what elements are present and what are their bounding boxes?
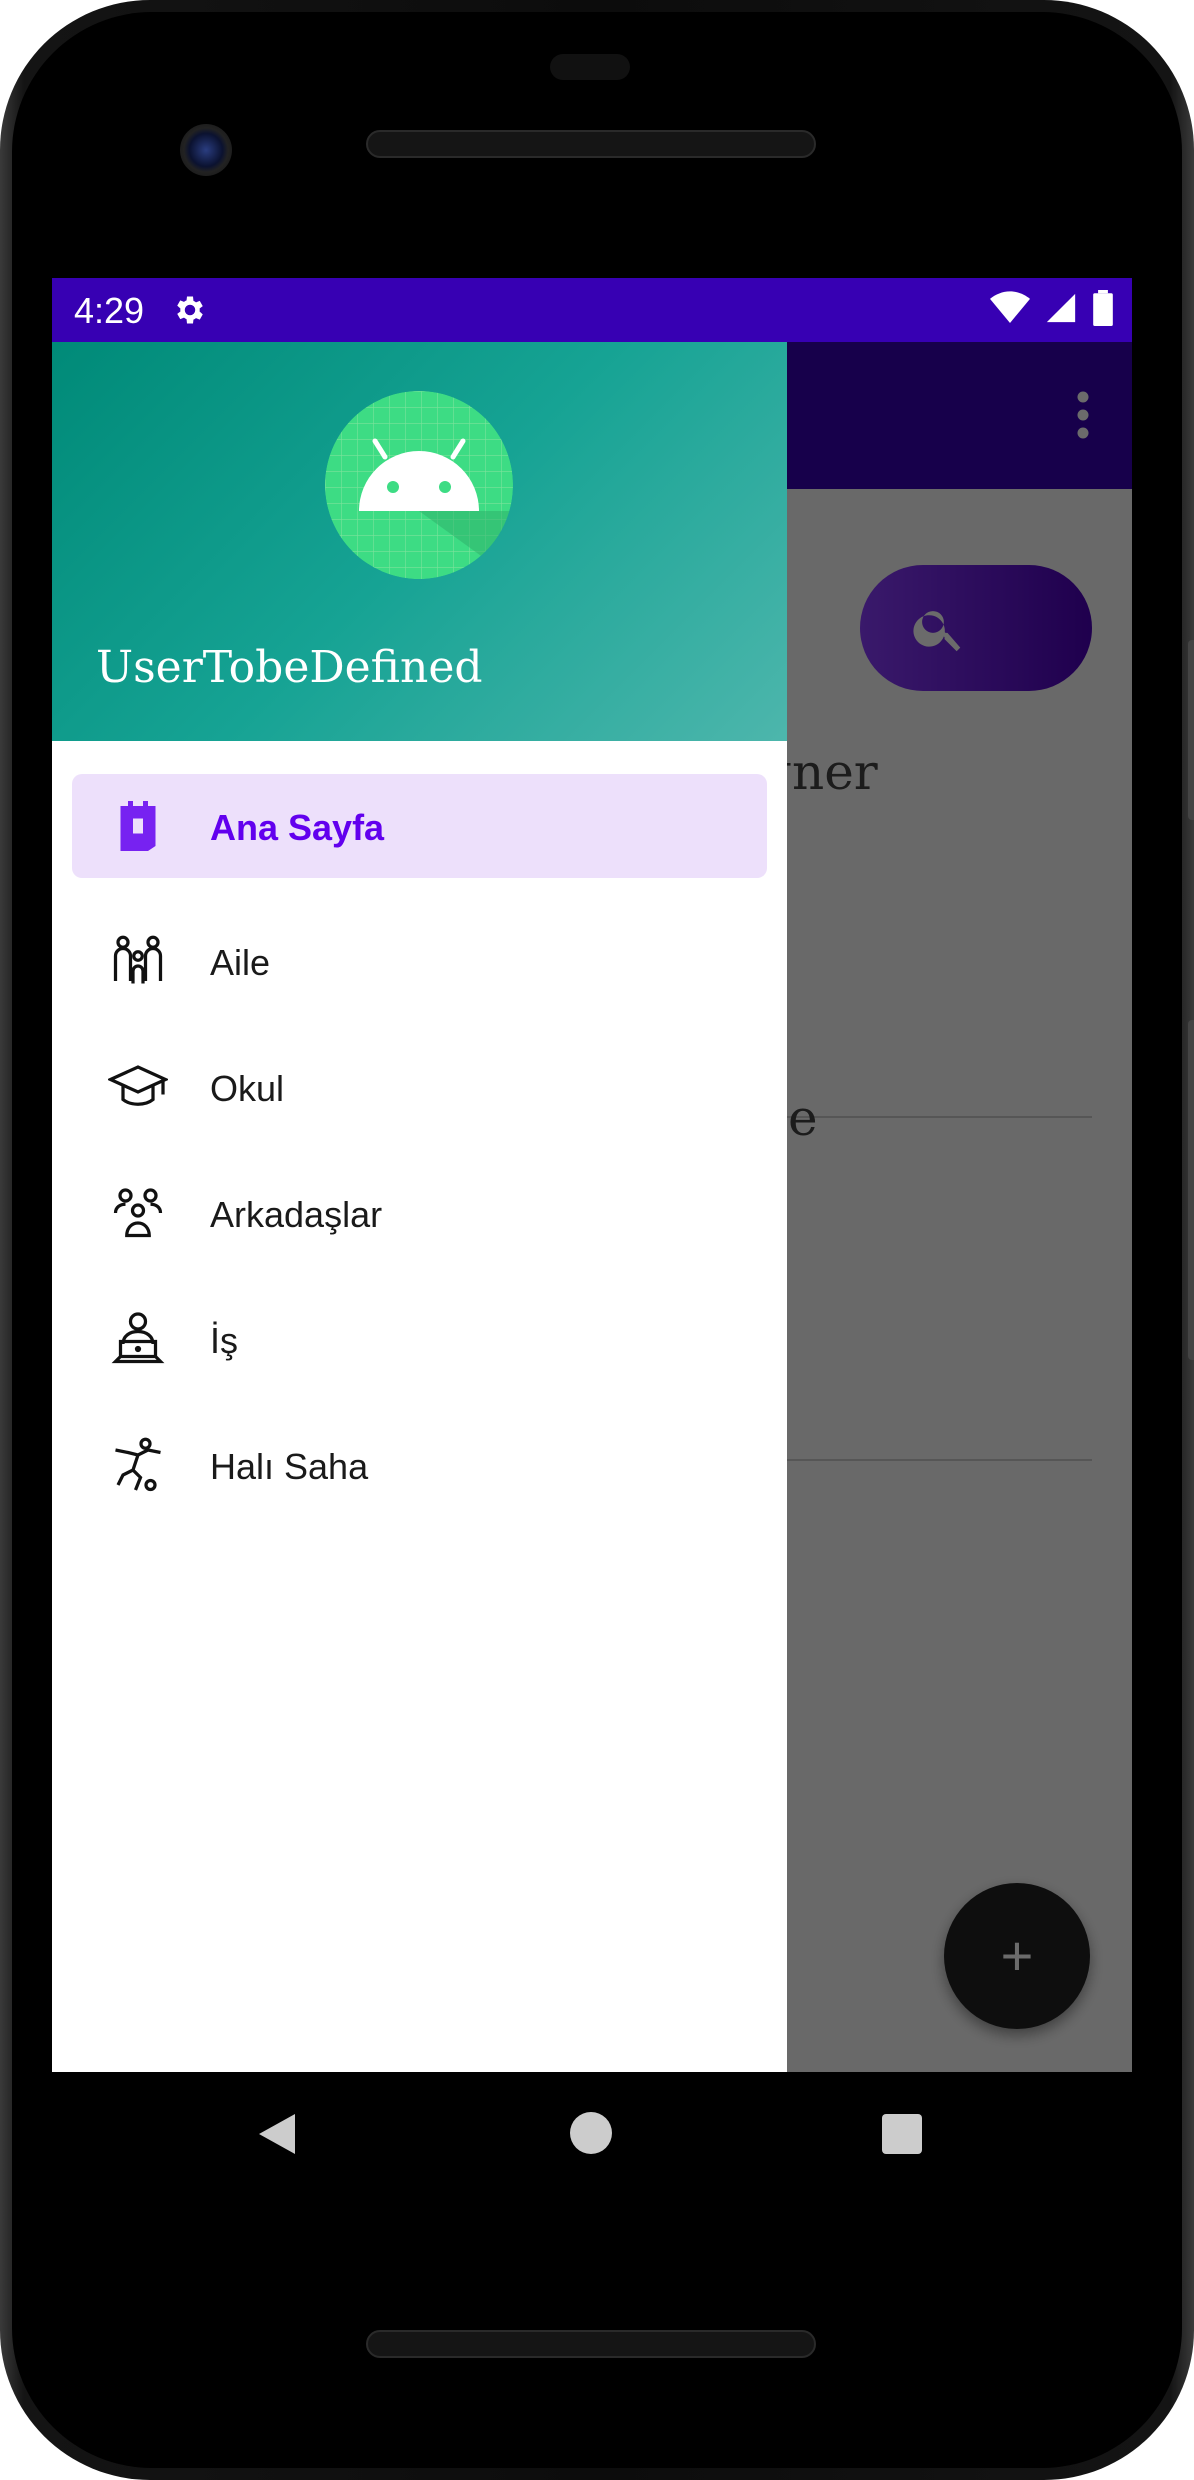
drawer-menu: Ana Sayfa Aile Okul Arkadaşlar İş Halı S… [52,772,787,1528]
signal-icon [1044,291,1078,330]
family-icon [108,931,168,991]
back-icon[interactable] [257,2112,297,2161]
status-bar: 4:29 [52,278,1132,342]
earpiece-speaker [366,130,816,158]
friends-icon [108,1183,168,1243]
battery-icon [1092,290,1114,331]
drawer-item-arkadaslar[interactable]: Arkadaşlar [52,1150,787,1276]
recents-icon[interactable] [882,2114,922,2154]
drawer-item-ana-sayfa[interactable]: Ana Sayfa [72,774,767,878]
laptop-worker-icon [108,1309,168,1369]
navigation-drawer: UserTobeDefined Ana Sayfa Aile Okul Arka… [52,342,787,2072]
drawer-item-hali-saha[interactable]: Halı Saha [52,1402,787,1528]
drawer-item-aile[interactable]: Aile [52,898,787,1024]
drawer-item-is[interactable]: İş [52,1276,787,1402]
gear-icon [172,292,208,333]
android-icon [325,391,513,579]
drawer-user-name: UserTobeDefined [96,642,483,693]
soccer-player-icon [108,1435,168,1495]
drawer-item-label: Halı Saha [210,1446,369,1487]
top-sensor [550,54,630,80]
graduation-cap-icon [106,1057,170,1117]
status-icons [990,290,1114,331]
drawer-header: UserTobeDefined [52,342,787,741]
drawer-item-label: Aile [210,942,271,983]
home-icon [108,796,168,856]
drawer-item-label: Arkadaşlar [210,1194,383,1235]
drawer-item-okul[interactable]: Okul [52,1024,787,1150]
status-time: 4:29 [74,290,145,331]
home-circle-icon[interactable] [570,2112,612,2154]
front-camera [180,124,232,176]
system-nav-bar [52,2072,1132,2202]
screen: 4:29 gner ce + [52,278,1132,2072]
drawer-item-label: Ana Sayfa [210,807,385,848]
bottom-speaker [366,2330,816,2358]
power-button [1188,640,1194,820]
volume-button [1188,1020,1194,1360]
drawer-item-label: İş [210,1320,239,1361]
wifi-icon [990,291,1030,330]
drawer-item-label: Okul [210,1068,285,1109]
